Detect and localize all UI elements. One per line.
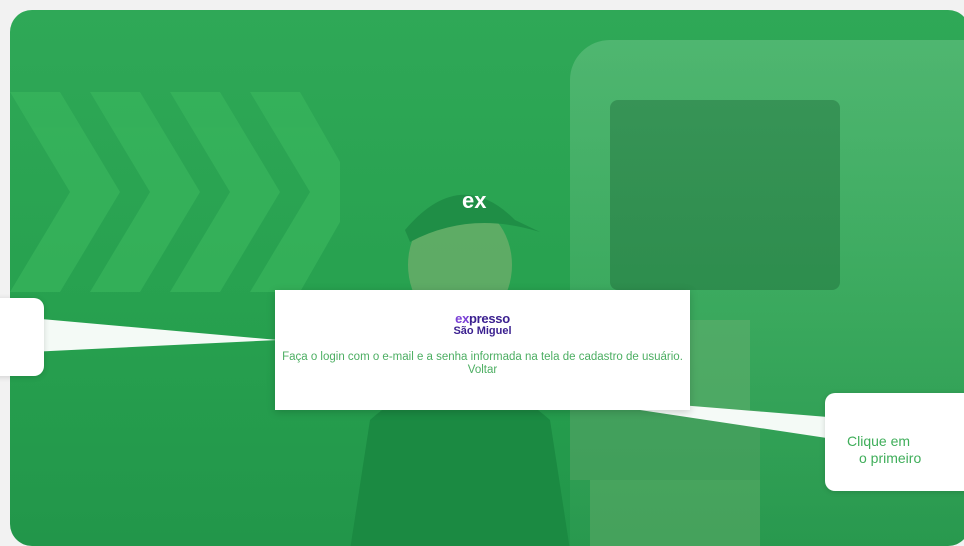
logo-ex: ex [455,311,470,326]
tooltip-text: Clique em o primeiro [847,433,921,467]
logo-subtitle: São Miguel [453,325,512,337]
tooltip-callout-left [0,298,44,376]
logo-wordmark: expresso [275,312,690,325]
login-card: expresso São Miguel Faça o login com o e… [275,290,690,410]
van-window-graphic [610,100,840,290]
cap-logo: ex [462,188,487,213]
logo-presso: presso [469,311,510,326]
login-message-text: Faça o login com o e-mail e a senha info… [282,351,683,363]
tooltip-line-1: Clique em [847,433,911,449]
login-message: Faça o login com o e-mail e a senha info… [281,351,684,377]
tooltip-line-2: o primeiro [859,450,922,466]
chevrons-graphic [10,92,340,292]
back-link[interactable]: Voltar [468,364,497,376]
brand-logo: expresso São Miguel [275,312,690,337]
background-scene: ex [10,10,964,546]
tooltip-callout-right: Clique em o primeiro [825,393,964,491]
